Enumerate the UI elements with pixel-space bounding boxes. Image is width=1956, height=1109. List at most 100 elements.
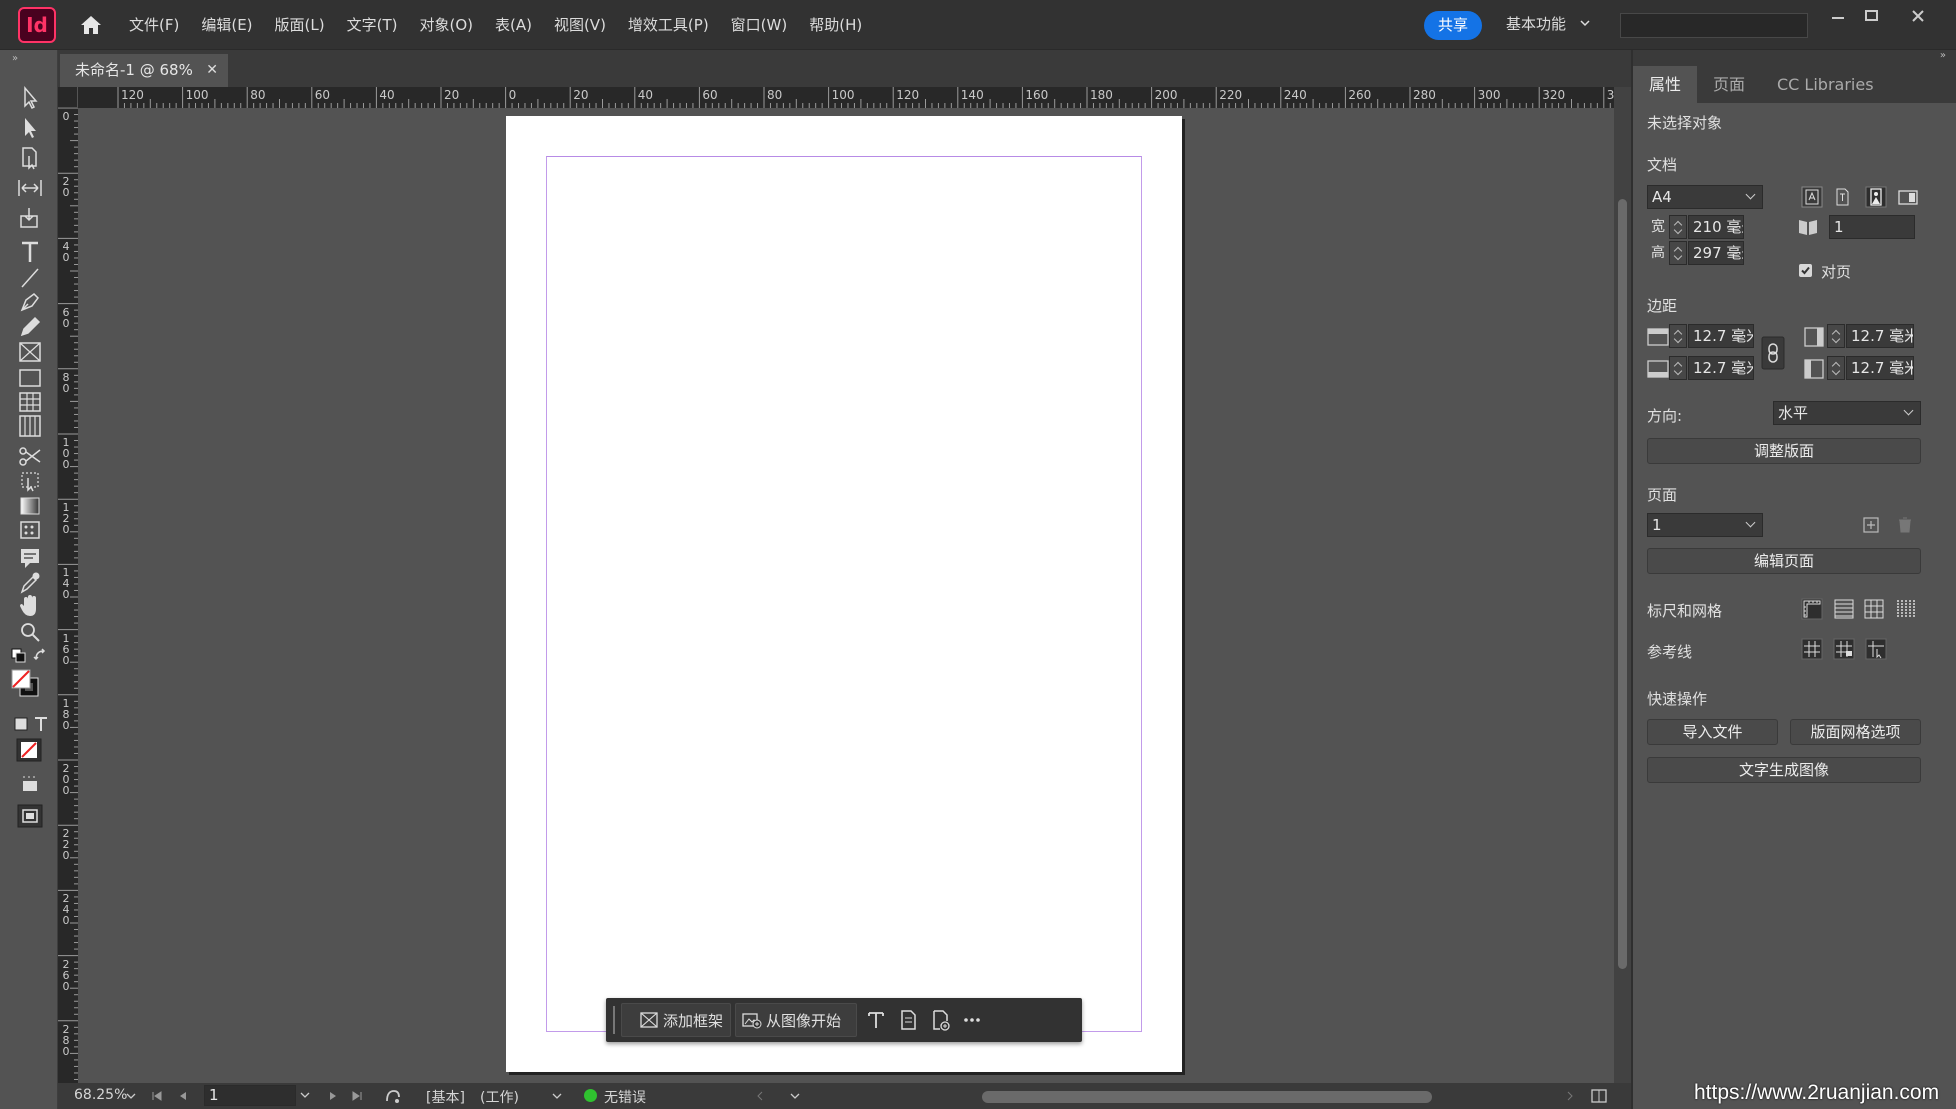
menu-window[interactable]: 窗口(W) — [720, 0, 799, 50]
swap-colors-icon[interactable] — [32, 642, 50, 670]
margin-bottom-stepper[interactable] — [1669, 356, 1687, 380]
maximize-icon[interactable] — [1852, 4, 1892, 30]
margin-left-field[interactable]: 12.7 毫米 — [1846, 356, 1914, 380]
edit-page-button[interactable]: 编辑页面 — [1647, 548, 1921, 574]
intent-print-icon[interactable] — [1799, 184, 1825, 210]
formatting-text-icon[interactable] — [32, 710, 50, 738]
chevron-down-icon[interactable] — [790, 1091, 800, 1101]
drag-handle[interactable] — [613, 1006, 617, 1034]
height-stepper[interactable] — [1669, 241, 1687, 265]
menu-edit[interactable]: 编辑(E) — [190, 0, 263, 50]
page-size-dropdown[interactable]: A4 — [1647, 185, 1763, 209]
more-options-icon[interactable] — [960, 1008, 984, 1032]
menu-type[interactable]: 文字(T) — [336, 0, 409, 50]
document-page[interactable] — [506, 116, 1182, 1072]
next-page-icon[interactable] — [326, 1089, 340, 1103]
type-tool-icon[interactable] — [14, 238, 46, 266]
tab-properties[interactable]: 属性 — [1633, 66, 1698, 103]
previous-page-icon[interactable] — [176, 1089, 190, 1103]
width-field[interactable]: 210 毫米 — [1688, 215, 1744, 239]
menu-object[interactable]: 对象(O) — [408, 0, 484, 50]
lock-guides-icon[interactable] — [1831, 636, 1857, 662]
portrait-orientation-icon[interactable] — [1863, 184, 1889, 210]
rectangle-frame-tool-icon[interactable] — [14, 338, 46, 366]
chevron-down-icon[interactable] — [296, 1085, 314, 1106]
pages-count-field[interactable]: 1 — [1829, 215, 1915, 239]
close-tab-icon[interactable]: ✕ — [206, 54, 218, 87]
vertical-scrollbar[interactable] — [1614, 87, 1631, 1083]
scroll-right-icon[interactable] — [1564, 1089, 1576, 1103]
menu-view[interactable]: 视图(V) — [543, 0, 617, 50]
menu-layout[interactable]: 版面(L) — [264, 0, 336, 50]
menu-file[interactable]: 文件(F) — [118, 0, 190, 50]
formatting-container-icon[interactable] — [12, 710, 30, 738]
show-guides-icon[interactable] — [1799, 636, 1825, 662]
horizontal-ruler[interactable]: 120 100 80 60 40 20 0 20 40 60 80 100 120 140 160 180 20… — [78, 87, 1614, 108]
preview-mode-icon[interactable] — [14, 802, 46, 830]
document-tab[interactable]: 未命名-1 @ 68% ✕ — [60, 54, 228, 87]
preflight-icon[interactable] — [384, 1087, 402, 1105]
chevron-down-icon[interactable] — [1580, 18, 1590, 28]
orientation-dropdown[interactable]: 水平 — [1773, 401, 1921, 425]
share-button[interactable]: 共享 — [1424, 11, 1482, 40]
link-margins-icon[interactable] — [1761, 336, 1785, 370]
margin-right-stepper[interactable] — [1827, 324, 1845, 348]
vertical-ruler[interactable]: 0 20 40 60 80 100 120 140 160 180 200 220 240 260 280 — [58, 108, 78, 1083]
margin-bottom-field[interactable]: 12.7 毫米 — [1688, 356, 1754, 380]
screen-mode-icon[interactable] — [14, 772, 46, 800]
text-to-image-button[interactable]: 文字生成图像 — [1647, 757, 1921, 783]
add-frame-button[interactable]: 添加框架 — [621, 1003, 731, 1037]
fill-stroke-swatch-icon[interactable] — [10, 668, 42, 700]
collapse-icon[interactable]: » — [12, 53, 18, 64]
chevron-down-icon[interactable] — [552, 1091, 562, 1101]
first-page-icon[interactable] — [150, 1089, 164, 1103]
document-grid-icon[interactable] — [1861, 596, 1887, 622]
direct-selection-tool-icon[interactable] — [14, 114, 46, 142]
search-input[interactable] — [1620, 13, 1808, 38]
height-field[interactable]: 297 毫米 — [1688, 241, 1744, 265]
rulers-icon[interactable] — [1799, 596, 1825, 622]
page-number-field[interactable]: 1 — [204, 1085, 296, 1106]
selection-tool-icon[interactable] — [14, 84, 46, 112]
free-transform-tool-icon[interactable] — [14, 466, 46, 494]
page-tool-icon[interactable] — [14, 144, 46, 172]
smart-guides-icon[interactable] — [1863, 636, 1889, 662]
last-page-icon[interactable] — [350, 1089, 364, 1103]
menu-plugins[interactable]: 增效工具(P) — [617, 0, 720, 50]
tab-cc-libraries[interactable]: CC Libraries — [1761, 66, 1890, 103]
import-file-button[interactable]: 导入文件 — [1647, 719, 1778, 745]
hand-tool-icon[interactable] — [14, 592, 46, 620]
collapse-panel-icon[interactable]: » — [1940, 50, 1946, 61]
text-frame-icon[interactable] — [864, 1008, 888, 1032]
close-icon[interactable] — [1898, 4, 1938, 30]
chevron-down-icon[interactable] — [126, 1091, 136, 1101]
pencil-tool-icon[interactable] — [14, 312, 46, 340]
add-page-icon[interactable] — [1861, 515, 1881, 535]
zoom-level[interactable]: 68.25% — [74, 1087, 127, 1103]
margin-left-stepper[interactable] — [1827, 356, 1845, 380]
workspace-switcher[interactable]: 基本功能 — [1506, 13, 1566, 34]
content-collector-icon[interactable] — [14, 204, 46, 232]
gradient-feather-tool-icon[interactable] — [14, 516, 46, 544]
split-view-icon[interactable] — [1590, 1087, 1608, 1105]
gap-tool-icon[interactable] — [14, 174, 46, 202]
start-from-image-button[interactable]: 从图像开始 — [735, 1003, 857, 1037]
primary-text-frame-icon[interactable] — [1829, 184, 1855, 210]
home-icon[interactable] — [78, 12, 104, 38]
layout-grid-icon[interactable] — [1893, 596, 1919, 622]
scrollbar-thumb[interactable] — [1618, 199, 1627, 969]
tab-pages[interactable]: 页面 — [1697, 66, 1761, 103]
ruler-origin[interactable] — [58, 87, 78, 108]
delete-page-icon[interactable] — [1895, 515, 1915, 535]
facing-pages-checkbox[interactable] — [1798, 263, 1813, 278]
menu-help[interactable]: 帮助(H) — [798, 0, 873, 50]
baseline-grid-icon[interactable] — [1831, 596, 1857, 622]
landscape-orientation-icon[interactable] — [1895, 184, 1921, 210]
add-page-icon[interactable] — [928, 1008, 952, 1032]
margin-right-field[interactable]: 12.7 毫米 — [1846, 324, 1914, 348]
layout-grid-options-button[interactable]: 版面网格选项 — [1790, 719, 1921, 745]
default-colors-icon[interactable] — [10, 642, 28, 670]
page-select-dropdown[interactable]: 1 — [1647, 513, 1763, 537]
margin-top-stepper[interactable] — [1669, 324, 1687, 348]
apply-none-icon[interactable] — [14, 736, 44, 764]
